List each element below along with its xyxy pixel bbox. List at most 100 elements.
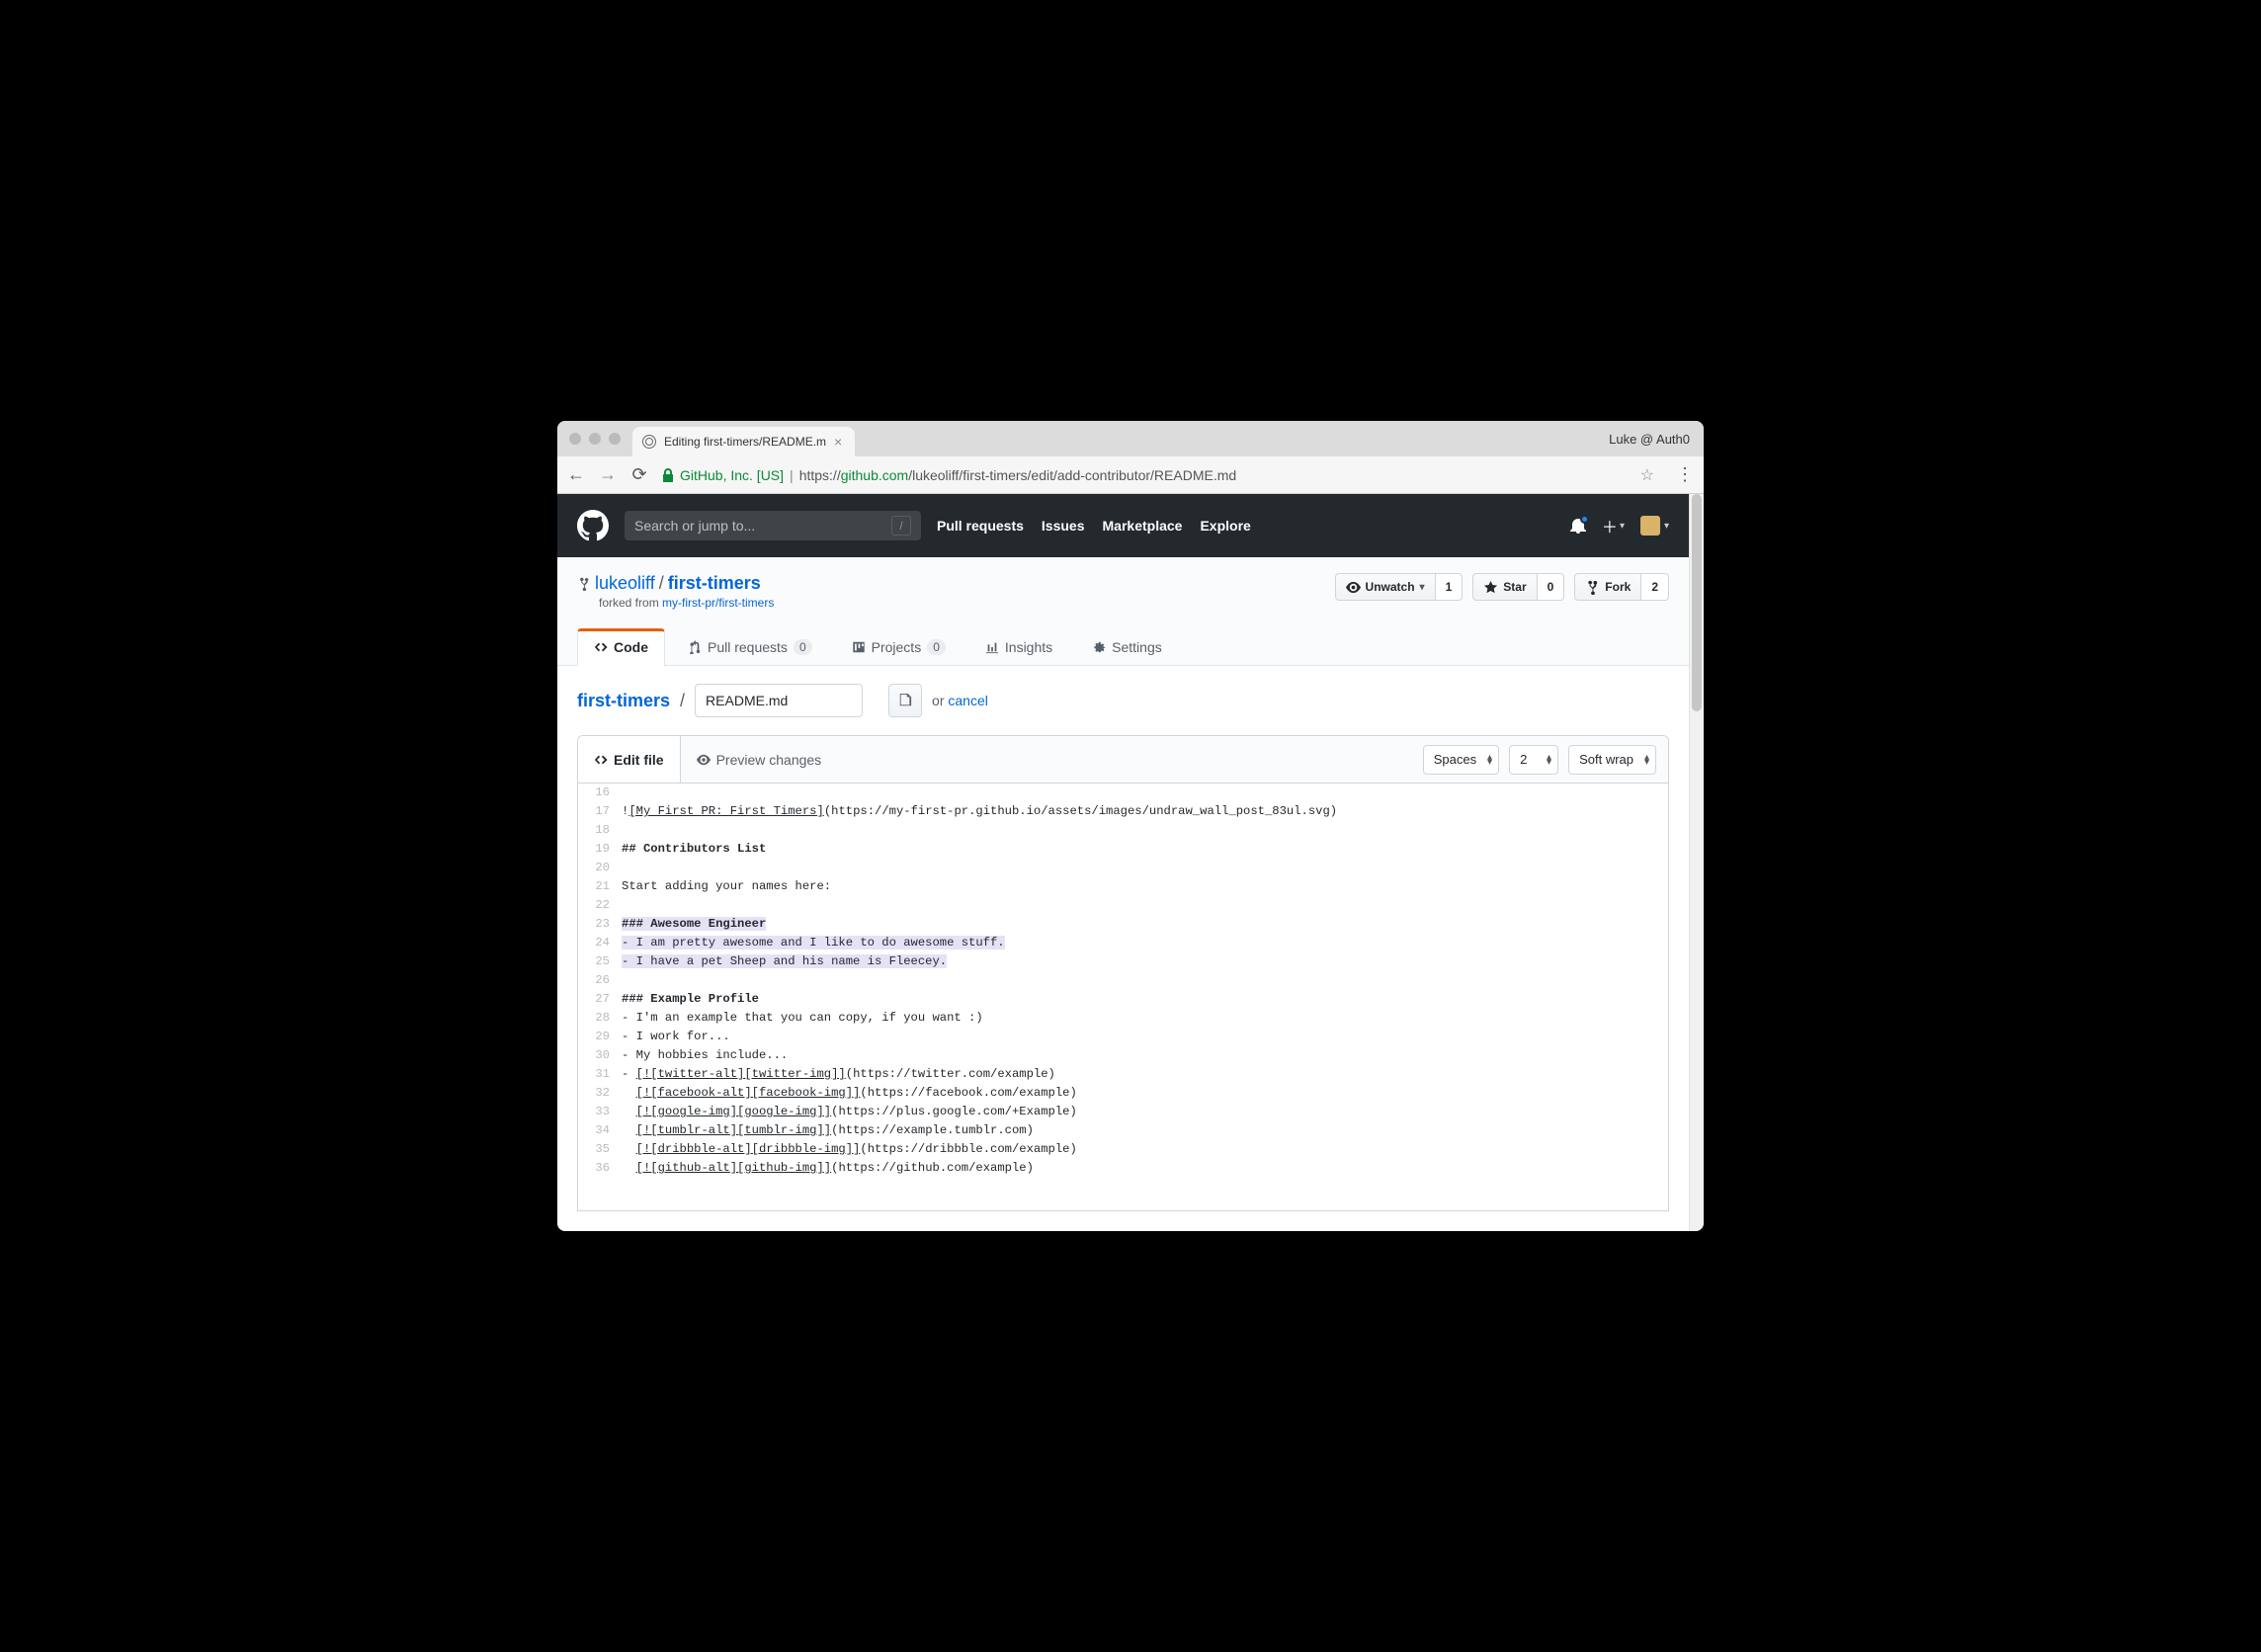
nav-explore[interactable]: Explore [1200,518,1250,534]
star-button[interactable]: Star [1472,573,1537,601]
projects-icon [852,640,866,654]
eye-icon [1346,580,1361,595]
lock-icon [662,468,674,482]
nav-back-icon[interactable]: ← [567,464,585,485]
code-line[interactable]: 25- I have a pet Sheep and his name is F… [578,952,1668,971]
code-line[interactable]: 23### Awesome Engineer [578,915,1668,934]
nav-issues[interactable]: Issues [1042,518,1085,534]
fork-button[interactable]: Fork [1574,573,1641,601]
create-menu[interactable]: ＋▾ [1602,514,1625,537]
line-number: 36 [578,1159,622,1178]
unwatch-button[interactable]: Unwatch▾ [1335,573,1436,601]
code-line[interactable]: 17![My First PR: First Timers](https://m… [578,802,1668,821]
code-line[interactable]: 35 [![dribbble-alt][dribbble-img]](https… [578,1140,1668,1159]
github-logo-icon[interactable] [577,510,609,541]
code-line[interactable]: 28- I'm an example that you can copy, if… [578,1009,1668,1028]
nav-marketplace[interactable]: Marketplace [1103,518,1183,534]
code-line[interactable]: 32 [![facebook-alt][facebook-img]](https… [578,1084,1668,1103]
browser-tab[interactable]: Editing first-timers/README.m × [632,427,855,456]
url-prefix: https:// [799,467,841,483]
browser-tabbar: Editing first-timers/README.m × Luke @ A… [557,421,1704,456]
line-number: 29 [578,1028,622,1046]
url-host: github.com [841,467,908,483]
nav-reload-icon[interactable]: ⟳ [630,464,648,485]
avatar [1640,516,1660,536]
code-line[interactable]: 21Start adding your names here: [578,877,1668,896]
line-number: 34 [578,1121,622,1140]
pr-count: 0 [794,639,812,655]
line-number: 33 [578,1103,622,1121]
line-number: 23 [578,915,622,934]
unwatch-group: Unwatch▾ 1 [1335,573,1464,601]
breadcrumb-root[interactable]: first-timers [577,691,670,711]
bookmark-star-icon[interactable]: ☆ [1640,465,1654,485]
browser-profile-name[interactable]: Luke @ Auth0 [1595,432,1704,447]
browser-address-bar: ← → ⟳ GitHub, Inc. [US] | https://github… [557,456,1704,494]
code-line[interactable]: 26 [578,971,1668,990]
code-line[interactable]: 29- I work for... [578,1028,1668,1046]
tab-settings[interactable]: Settings [1075,628,1179,666]
tab-edit-file[interactable]: Edit file [578,736,681,783]
indent-size-select[interactable]: 2▴▾ [1509,745,1558,775]
clipboard-icon [898,694,912,707]
repo-name-link[interactable]: first-timers [668,573,761,594]
fork-icon [1585,580,1600,595]
line-number: 22 [578,896,622,915]
code-line[interactable]: 16 [578,784,1668,802]
nav-forward-icon: → [599,464,617,485]
code-line[interactable]: 27### Example Profile [578,990,1668,1009]
user-menu[interactable]: ▾ [1640,516,1669,536]
search-slash-hint: / [891,516,911,536]
copy-path-button[interactable] [888,684,922,717]
repo-owner-link[interactable]: lukeoliff [595,573,655,594]
code-line[interactable]: 19## Contributors List [578,840,1668,859]
nav-pull-requests[interactable]: Pull requests [937,518,1024,534]
projects-count: 0 [927,639,946,655]
window-zoom-dot[interactable] [609,433,621,445]
cancel-link[interactable]: cancel [948,693,987,708]
code-line[interactable]: 34 [![tumblr-alt][tumblr-img]](https://e… [578,1121,1668,1140]
indent-mode-select[interactable]: Spaces▴▾ [1423,745,1499,775]
scrollbar-thumb[interactable] [1692,494,1702,711]
favicon-icon [642,435,656,449]
code-editor[interactable]: 1617![My First PR: First Timers](https:/… [578,784,1668,1210]
tab-close-icon[interactable]: × [834,434,842,450]
omnibox[interactable]: GitHub, Inc. [US] | https://github.com/l… [662,467,1621,483]
fork-group: Fork 2 [1574,573,1669,601]
code-line[interactable]: 24- I am pretty awesome and I like to do… [578,934,1668,952]
code-line[interactable]: 20 [578,859,1668,877]
line-number: 21 [578,877,622,896]
forked-from-link[interactable]: my-first-pr/first-timers [662,596,774,610]
notifications-icon[interactable] [1570,518,1586,534]
code-line[interactable]: 22 [578,896,1668,915]
line-number: 18 [578,821,622,840]
repo-header: lukeoliff / first-timers forked from my-… [557,557,1689,666]
fork-count[interactable]: 2 [1641,573,1669,601]
code-line[interactable]: 36 [![github-alt][github-img]](https://g… [578,1159,1668,1178]
code-line[interactable]: 18 [578,821,1668,840]
code-line[interactable]: 31- [![twitter-alt][twitter-img]](https:… [578,1065,1668,1084]
filename-input[interactable] [695,684,863,717]
tab-insights[interactable]: Insights [968,628,1069,666]
tab-projects[interactable]: Projects 0 [835,628,963,666]
unwatch-count[interactable]: 1 [1436,573,1464,601]
tab-code[interactable]: Code [577,628,665,666]
window-close-dot[interactable] [569,433,581,445]
browser-menu-icon[interactable]: ⋮ [1676,464,1694,485]
line-number: 31 [578,1065,622,1084]
line-number: 30 [578,1046,622,1065]
window-minimize-dot[interactable] [589,433,601,445]
github-header: Search or jump to... / Pull requests Iss… [557,494,1689,557]
line-number: 26 [578,971,622,990]
tab-preview-changes[interactable]: Preview changes [681,736,838,783]
wrap-mode-select[interactable]: Soft wrap▴▾ [1568,745,1656,775]
star-icon [1483,580,1498,595]
star-count[interactable]: 0 [1538,573,1565,601]
breadcrumb-row: first-timers / or cancel [557,666,1689,735]
scrollbar-track[interactable] [1689,494,1704,1231]
code-line[interactable]: 30- My hobbies include... [578,1046,1668,1065]
tab-pull-requests[interactable]: Pull requests 0 [671,628,829,666]
code-line[interactable]: 33 [![google-img][google-img]](https://p… [578,1103,1668,1121]
line-number: 19 [578,840,622,859]
github-search[interactable]: Search or jump to... / [625,511,921,540]
